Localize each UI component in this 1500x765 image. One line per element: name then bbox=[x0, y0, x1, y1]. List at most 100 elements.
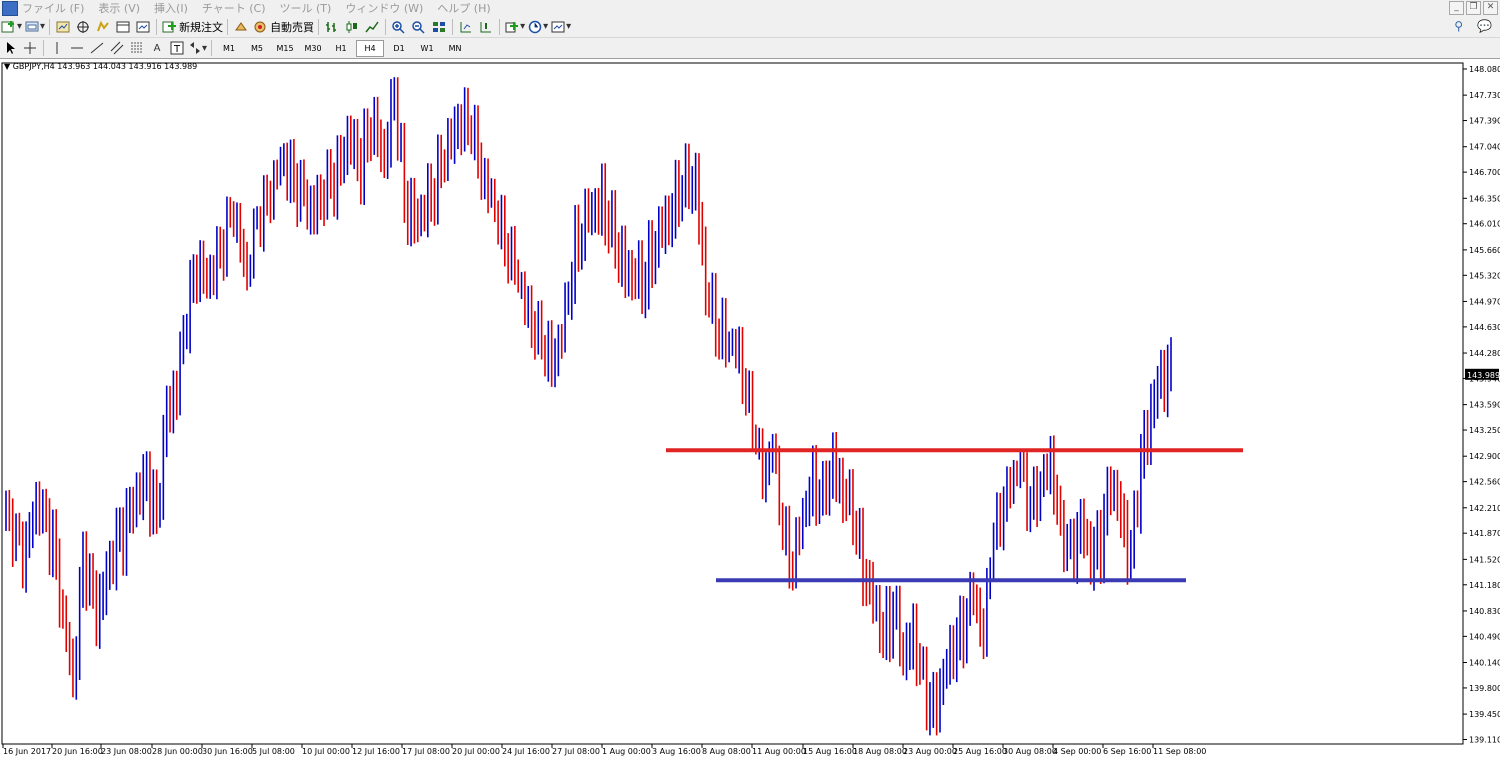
timeframe-h1[interactable]: H1 bbox=[328, 41, 354, 56]
x-tick-label: 24 Jul 16:00 bbox=[502, 747, 550, 756]
price-chart[interactable]: 148.080 147.730 147.390 147.040 146.700 146.3… bbox=[0, 59, 1500, 762]
y-tick-label: 146.350 bbox=[1469, 194, 1500, 203]
trendline-icon[interactable] bbox=[88, 40, 106, 57]
y-tick-label: 142.900 bbox=[1469, 452, 1500, 461]
cursor-icon[interactable] bbox=[1, 40, 19, 57]
menu-help[interactable]: ヘルプ (H) bbox=[437, 0, 490, 16]
x-tick-label: 16 Jun 2017 bbox=[3, 747, 51, 756]
timeframe-m5[interactable]: M5 bbox=[244, 41, 270, 56]
menu-insert[interactable]: 挿入(I) bbox=[154, 0, 188, 16]
tile-windows-icon[interactable] bbox=[430, 18, 448, 35]
menu-tools[interactable]: ツール (T) bbox=[280, 0, 332, 16]
expert-icon bbox=[254, 21, 266, 32]
terminal-icon[interactable] bbox=[114, 18, 132, 35]
menu-window[interactable]: ウィンドウ (W) bbox=[345, 0, 423, 16]
auto-trade-button[interactable]: 自動売買 bbox=[252, 18, 314, 35]
text-icon[interactable]: A bbox=[148, 40, 166, 57]
x-tick-label: 20 Jun 16:00 bbox=[52, 747, 103, 756]
chart-window[interactable]: 148.080 147.730 147.390 147.040 146.700 146.3… bbox=[0, 59, 1500, 762]
horizontal-line-icon[interactable] bbox=[68, 40, 86, 57]
equidistant-channel-icon[interactable] bbox=[108, 40, 126, 57]
y-tick-label: 140.140 bbox=[1469, 659, 1500, 668]
new-order-icon bbox=[162, 21, 177, 32]
app-icon[interactable] bbox=[2, 0, 18, 16]
periods-icon[interactable]: ▾ bbox=[527, 18, 548, 35]
timeframe-d1[interactable]: D1 bbox=[386, 41, 412, 56]
line-chart-icon[interactable] bbox=[363, 18, 381, 35]
templates-icon[interactable]: ▾ bbox=[550, 18, 571, 35]
zoom-out-icon[interactable] bbox=[410, 18, 428, 35]
x-tick-label: 3 Aug 16:00 bbox=[652, 747, 701, 756]
y-tick-label: 140.830 bbox=[1469, 607, 1500, 616]
x-tick-label: 8 Aug 08:00 bbox=[702, 747, 751, 756]
timeframe-m1[interactable]: M1 bbox=[216, 41, 242, 56]
timeframe-w1[interactable]: W1 bbox=[414, 41, 440, 56]
y-tick-label: 145.320 bbox=[1469, 271, 1500, 280]
autoscroll-icon[interactable] bbox=[477, 18, 495, 35]
y-tick-label: 144.630 bbox=[1469, 323, 1500, 332]
x-tick-label: 4 Sep 00:00 bbox=[1053, 747, 1101, 756]
y-tick-label: 140.490 bbox=[1469, 632, 1500, 641]
auto-trading-button[interactable] bbox=[232, 18, 250, 35]
profiles-icon[interactable]: ▾ bbox=[24, 18, 45, 35]
x-tick-label: 11 Aug 00:00 bbox=[752, 747, 806, 756]
x-tick-label: 25 Aug 16:00 bbox=[953, 747, 1007, 756]
crosshair-icon[interactable] bbox=[21, 40, 39, 57]
fibonacci-icon[interactable] bbox=[128, 40, 146, 57]
new-order-button[interactable]: 新規注文 bbox=[161, 18, 223, 35]
vertical-line-icon[interactable] bbox=[48, 40, 66, 57]
chat-icon[interactable]: 💬 bbox=[1477, 19, 1492, 33]
auto-trading-icon bbox=[235, 21, 248, 30]
x-tick-label: 10 Jul 00:00 bbox=[302, 747, 350, 756]
y-tick-label: 141.180 bbox=[1469, 581, 1500, 590]
y-tick-label: 141.870 bbox=[1469, 529, 1500, 538]
x-tick-label: 12 Jul 16:00 bbox=[352, 747, 400, 756]
market-watch-icon[interactable] bbox=[54, 18, 72, 35]
indicators-icon[interactable]: ▾ bbox=[504, 18, 525, 35]
standard-toolbar: ▾ ▾ 新規注文 自動売買 ▾ ▾ ▾ ⚲ 💬 bbox=[0, 16, 1500, 38]
chart-shift-icon[interactable] bbox=[457, 18, 475, 35]
menu-view[interactable]: 表示 (V) bbox=[98, 0, 140, 16]
x-tick-label: 5 Jul 08:00 bbox=[252, 747, 295, 756]
data-window-icon[interactable] bbox=[94, 18, 112, 35]
y-tick-label: 139.800 bbox=[1469, 684, 1500, 693]
bar-chart-icon[interactable] bbox=[323, 18, 341, 35]
x-tick-label: 15 Aug 16:00 bbox=[803, 747, 857, 756]
text-label-icon[interactable]: T bbox=[168, 40, 186, 57]
x-tick-label: 23 Aug 00:00 bbox=[903, 747, 957, 756]
x-tick-label: 23 Jun 08:00 bbox=[101, 747, 152, 756]
x-tick-label: 6 Sep 16:00 bbox=[1103, 747, 1151, 756]
y-tick-label: 142.560 bbox=[1469, 478, 1500, 487]
menu-bar: ファイル (F) 表示 (V) 挿入(I) チャート (C) ツール (T) ウ… bbox=[0, 0, 1500, 16]
x-tick-label: 11 Sep 08:00 bbox=[1153, 747, 1206, 756]
candlestick-icon[interactable] bbox=[343, 18, 361, 35]
x-tick-label: 20 Jul 00:00 bbox=[452, 747, 500, 756]
new-chart-icon[interactable]: ▾ bbox=[1, 18, 22, 35]
x-tick-label: 27 Jul 08:00 bbox=[552, 747, 600, 756]
svg-text:T: T bbox=[173, 44, 181, 55]
arrows-icon[interactable]: ▾ bbox=[188, 40, 207, 57]
y-tick-label: 143.590 bbox=[1469, 401, 1500, 410]
y-tick-label: 139.110 bbox=[1469, 736, 1500, 745]
y-tick-label: 145.660 bbox=[1469, 246, 1500, 255]
navigator-icon[interactable] bbox=[74, 18, 92, 35]
restore-icon[interactable]: ❐ bbox=[1466, 1, 1481, 15]
chart-menu-icon[interactable]: ▼ bbox=[4, 62, 13, 71]
search-icon[interactable]: ⚲ bbox=[1454, 19, 1463, 33]
y-tick-label: 146.700 bbox=[1469, 168, 1500, 177]
y-tick-label: 147.730 bbox=[1469, 91, 1500, 100]
timeframe-mn[interactable]: MN bbox=[442, 41, 468, 56]
timeframe-h4[interactable]: H4 bbox=[356, 39, 385, 57]
y-tick-label: 146.010 bbox=[1469, 220, 1500, 229]
close-icon[interactable]: ✕ bbox=[1483, 1, 1498, 15]
plot-frame bbox=[1, 62, 1464, 745]
menu-chart[interactable]: チャート (C) bbox=[202, 0, 266, 16]
y-tick-label: 141.520 bbox=[1469, 555, 1500, 564]
minimize-icon[interactable]: _ bbox=[1449, 1, 1464, 15]
zoom-in-icon[interactable] bbox=[390, 18, 408, 35]
menu-file[interactable]: ファイル (F) bbox=[22, 0, 84, 16]
timeframe-m15[interactable]: M15 bbox=[272, 41, 298, 56]
timeframe-m30[interactable]: M30 bbox=[300, 41, 326, 56]
x-tick-label: 17 Jul 08:00 bbox=[402, 747, 450, 756]
strategy-tester-icon[interactable] bbox=[134, 18, 152, 35]
